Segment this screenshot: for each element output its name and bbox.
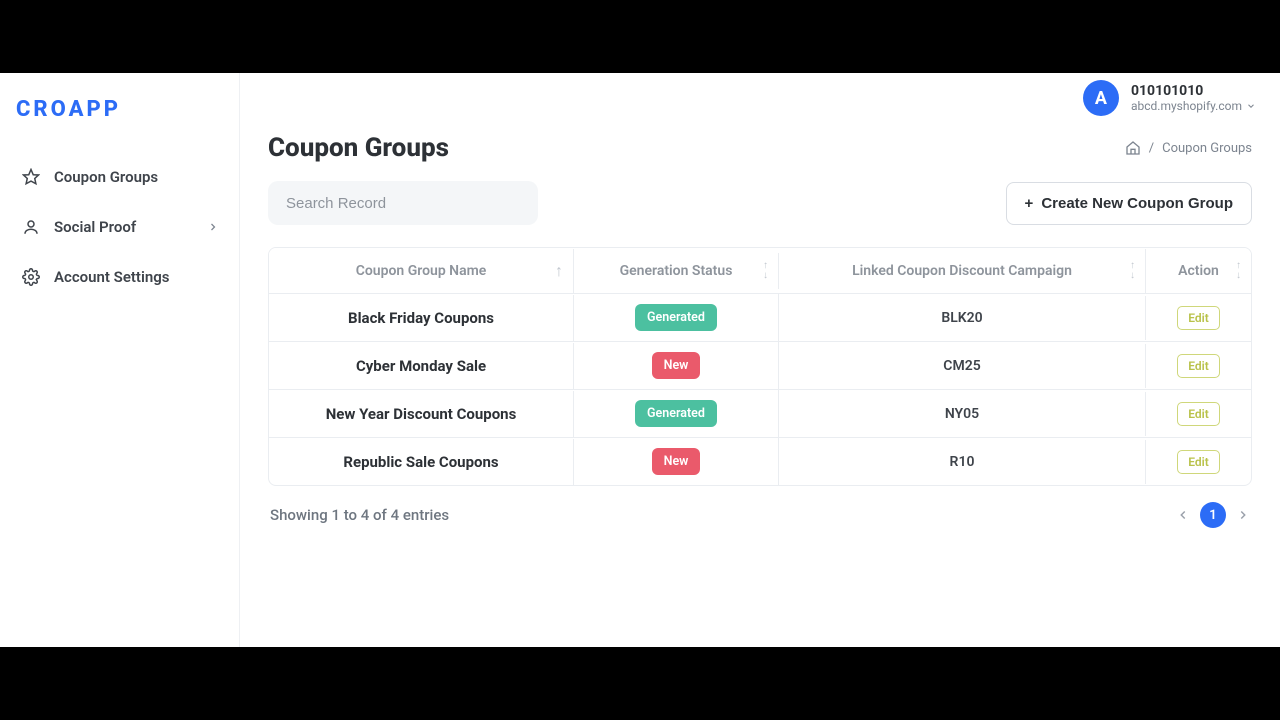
cell-status: New: [574, 342, 779, 389]
status-badge: Generated: [635, 400, 717, 427]
cell-action: Edit: [1146, 392, 1251, 436]
create-button-label: Create New Coupon Group: [1041, 195, 1233, 212]
search-wrap: [268, 181, 538, 225]
pager-prev[interactable]: [1176, 508, 1190, 522]
page-title: Coupon Groups: [268, 133, 449, 163]
home-icon[interactable]: [1125, 140, 1141, 156]
table-row: Black Friday Coupons Generated BLK20 Edit: [269, 294, 1251, 342]
cell-linked: R10: [779, 440, 1146, 484]
cell-status: New: [574, 438, 779, 485]
sidebar-item-label: Coupon Groups: [54, 168, 158, 186]
status-badge: Generated: [635, 304, 717, 331]
breadcrumb-current: Coupon Groups: [1162, 141, 1252, 156]
status-badge: New: [652, 448, 701, 475]
account-domain: abcd.myshopify.com: [1131, 99, 1256, 113]
sidebar-item-label: Account Settings: [54, 268, 170, 286]
avatar: A: [1083, 80, 1119, 116]
cell-name: New Year Discount Coupons: [269, 391, 574, 437]
sidebar-item-coupon-groups[interactable]: Coupon Groups: [0, 152, 239, 202]
sidebar: CROAPP Coupon Groups Social Proof: [0, 73, 240, 647]
cell-linked: BLK20: [779, 296, 1146, 340]
sort-icon: ↑↓: [1236, 262, 1241, 280]
cell-linked: CM25: [779, 344, 1146, 388]
table-header: Coupon Group Name ↑ Generation Status ↑↓…: [269, 248, 1251, 294]
cell-name: Black Friday Coupons: [269, 295, 574, 341]
cell-name: Cyber Monday Sale: [269, 343, 574, 389]
cell-status: Generated: [574, 294, 779, 341]
star-icon: [20, 166, 42, 188]
sort-icon: ↑↓: [763, 262, 768, 280]
cell-action: Edit: [1146, 296, 1251, 340]
breadcrumb: / Coupon Groups: [1125, 140, 1252, 156]
pager-next[interactable]: [1236, 508, 1250, 522]
cell-action: Edit: [1146, 440, 1251, 484]
edit-button[interactable]: Edit: [1177, 354, 1220, 378]
search-input[interactable]: [286, 195, 520, 212]
plus-icon: +: [1025, 195, 1034, 212]
chevron-right-icon: [207, 221, 219, 233]
edit-button[interactable]: Edit: [1177, 450, 1220, 474]
entries-text: Showing 1 to 4 of 4 entries: [270, 506, 449, 524]
th-status[interactable]: Generation Status ↑↓: [574, 253, 779, 289]
cell-status: Generated: [574, 390, 779, 437]
pager-page[interactable]: 1: [1200, 502, 1226, 528]
edit-button[interactable]: Edit: [1177, 402, 1220, 426]
cell-linked: NY05: [779, 392, 1146, 436]
sidebar-item-label: Social Proof: [54, 218, 136, 236]
cell-name: Republic Sale Coupons: [269, 439, 574, 485]
sidebar-item-social-proof[interactable]: Social Proof: [0, 202, 239, 252]
th-action[interactable]: Action ↑↓: [1146, 253, 1251, 289]
sort-icon: ↑↓: [1130, 262, 1135, 280]
th-linked[interactable]: Linked Coupon Discount Campaign ↑↓: [779, 249, 1146, 293]
account-switcher[interactable]: A 010101010 abcd.myshopify.com: [1083, 80, 1256, 116]
table-row: Cyber Monday Sale New CM25 Edit: [269, 342, 1251, 390]
brand-logo: CROAPP: [0, 73, 239, 142]
account-name: 010101010: [1131, 83, 1256, 99]
table-row: Republic Sale Coupons New R10 Edit: [269, 438, 1251, 485]
user-icon: [20, 216, 42, 238]
create-coupon-group-button[interactable]: + Create New Coupon Group: [1006, 182, 1252, 225]
edit-button[interactable]: Edit: [1177, 306, 1220, 330]
main: A 010101010 abcd.myshopify.com Coupon Gr…: [240, 73, 1280, 647]
gear-icon: [20, 266, 42, 288]
sort-icon: ↑: [555, 263, 563, 279]
breadcrumb-sep: /: [1149, 141, 1154, 156]
coupon-groups-table: Coupon Group Name ↑ Generation Status ↑↓…: [268, 247, 1252, 486]
status-badge: New: [652, 352, 701, 379]
cell-action: Edit: [1146, 344, 1251, 388]
chevron-down-icon: [1246, 101, 1256, 111]
pager: 1: [1176, 502, 1250, 528]
sidebar-item-account-settings[interactable]: Account Settings: [0, 252, 239, 302]
topbar: A 010101010 abcd.myshopify.com: [240, 73, 1280, 123]
th-name[interactable]: Coupon Group Name ↑: [269, 249, 574, 293]
table-row: New Year Discount Coupons Generated NY05 Ed…: [269, 390, 1251, 438]
nav: Coupon Groups Social Proof Account Setti…: [0, 142, 239, 312]
